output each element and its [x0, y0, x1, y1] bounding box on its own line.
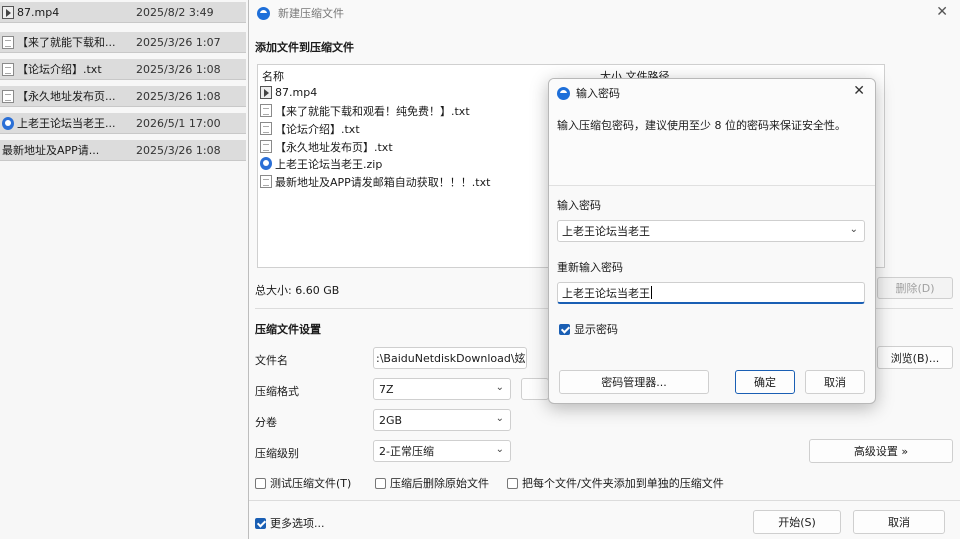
- close-icon[interactable]: ✕: [936, 4, 948, 20]
- list-item[interactable]: 上老王论坛当老王.zip: [260, 155, 382, 172]
- close-icon[interactable]: ✕: [853, 83, 865, 99]
- list-item[interactable]: 【来了就能下载和观看！纯免费！】.txt: [260, 102, 470, 119]
- test-archive-checkbox[interactable]: [255, 477, 266, 489]
- list-item[interactable]: 【论坛介绍】.txt: [260, 120, 360, 137]
- dialog-titlebar[interactable]: 输入密码: [557, 85, 620, 101]
- file-list-row[interactable]: 87.mp4 2025/8/2 3:49: [0, 2, 246, 23]
- split-select[interactable]: 2GB ⌄: [373, 409, 511, 431]
- file-list-row[interactable]: 最新地址及APP请... 2025/3/26 1:08: [0, 140, 246, 161]
- format-select[interactable]: 7Z ⌄: [373, 378, 511, 400]
- more-options-toggle[interactable]: 更多选项...: [255, 515, 325, 531]
- file-list-row[interactable]: 【来了就能下载和... 2025/3/26 1:07: [0, 32, 246, 53]
- cancel-button[interactable]: 取消: [805, 370, 865, 394]
- filename-input[interactable]: :\BaiduNetdiskDownload\妶素环: [373, 347, 527, 369]
- text-caret: [651, 286, 652, 299]
- background-file-list: 87.mp4 2025/8/2 3:49 【来了就能下载和... 2025/3/…: [0, 0, 248, 539]
- dialog-description: 输入压缩包密码，建议使用至少 8 位的密码来保证安全性。: [557, 119, 846, 132]
- settings-title: 压缩文件设置: [255, 323, 321, 336]
- text-file-icon: [260, 104, 272, 117]
- password-input[interactable]: 上老王论坛当老王 ⌄: [557, 220, 865, 242]
- window-titlebar[interactable]: 新建压缩文件 ✕: [249, 0, 960, 26]
- level-select[interactable]: 2-正常压缩 ⌄: [373, 440, 511, 462]
- show-password-checkbox[interactable]: [559, 323, 570, 335]
- text-file-icon: [2, 62, 14, 76]
- password-manager-button[interactable]: 密码管理器...: [559, 370, 709, 394]
- confirm-password-label: 重新输入密码: [557, 261, 623, 274]
- chevron-down-icon[interactable]: ⌄: [850, 224, 858, 235]
- browse-button[interactable]: 浏览(B)...: [877, 346, 953, 369]
- total-size-label: 总大小: 6.60 GB: [255, 284, 340, 297]
- password-dialog: 输入密码 ✕ 输入压缩包密码，建议使用至少 8 位的密码来保证安全性。 输入密码…: [548, 78, 876, 404]
- chevron-down-icon: ⌄: [495, 413, 504, 424]
- format-options-button[interactable]: [521, 378, 549, 400]
- video-file-icon: [260, 86, 272, 99]
- filename-label: 文件名: [255, 354, 288, 367]
- format-label: 压缩格式: [255, 385, 299, 398]
- test-archive-option[interactable]: 测试压缩文件(T): [255, 475, 351, 491]
- more-options-checkbox[interactable]: [255, 517, 266, 529]
- delete-button[interactable]: 删除(D): [877, 277, 953, 299]
- separate-archives-option[interactable]: 把每个文件/文件夹添加到单独的压缩文件: [507, 475, 724, 491]
- password-label: 输入密码: [557, 199, 601, 212]
- archive-file-icon: [2, 116, 14, 130]
- ok-button[interactable]: 确定: [735, 370, 795, 394]
- dialog-title: 输入密码: [576, 87, 620, 100]
- delete-source-option[interactable]: 压缩后删除原始文件: [375, 475, 489, 491]
- list-item[interactable]: 最新地址及APP请发邮箱自动获取！！！.txt: [260, 173, 490, 190]
- split-label: 分卷: [255, 416, 277, 429]
- text-file-icon: [2, 35, 14, 49]
- divider: [249, 500, 960, 501]
- start-button[interactable]: 开始(S): [753, 510, 841, 534]
- add-files-title: 添加文件到压缩文件: [255, 41, 354, 54]
- app-logo-icon: [257, 6, 270, 20]
- app-logo-icon: [557, 86, 570, 100]
- text-file-icon: [260, 175, 272, 188]
- chevron-down-icon: ⌄: [495, 444, 504, 455]
- delete-source-checkbox[interactable]: [375, 477, 386, 489]
- list-item[interactable]: 【永久地址发布页】.txt: [260, 138, 393, 155]
- advanced-settings-button[interactable]: 高级设置 »: [809, 439, 953, 463]
- text-file-icon: [260, 140, 272, 153]
- column-name[interactable]: 名称: [262, 68, 284, 84]
- file-list-row[interactable]: 【永久地址发布页... 2025/3/26 1:08: [0, 86, 246, 107]
- window-title: 新建压缩文件: [278, 7, 344, 20]
- file-list-row[interactable]: 上老王论坛当老王... 2026/5/1 17:00: [0, 113, 246, 134]
- level-label: 压缩级别: [255, 447, 299, 460]
- video-file-icon: [2, 5, 14, 19]
- archive-file-icon: [260, 157, 272, 170]
- chevron-down-icon: ⌄: [495, 382, 504, 393]
- file-list-row[interactable]: 【论坛介绍】.txt 2025/3/26 1:08: [0, 59, 246, 80]
- text-file-icon: [260, 122, 272, 135]
- show-password-option[interactable]: 显示密码: [559, 321, 618, 337]
- list-item[interactable]: 87.mp4: [260, 84, 317, 101]
- cancel-button[interactable]: 取消: [853, 510, 945, 534]
- text-file-icon: [2, 89, 14, 103]
- divider: [549, 185, 875, 186]
- separate-archives-checkbox[interactable]: [507, 477, 518, 489]
- confirm-password-input[interactable]: 上老王论坛当老王: [557, 282, 865, 304]
